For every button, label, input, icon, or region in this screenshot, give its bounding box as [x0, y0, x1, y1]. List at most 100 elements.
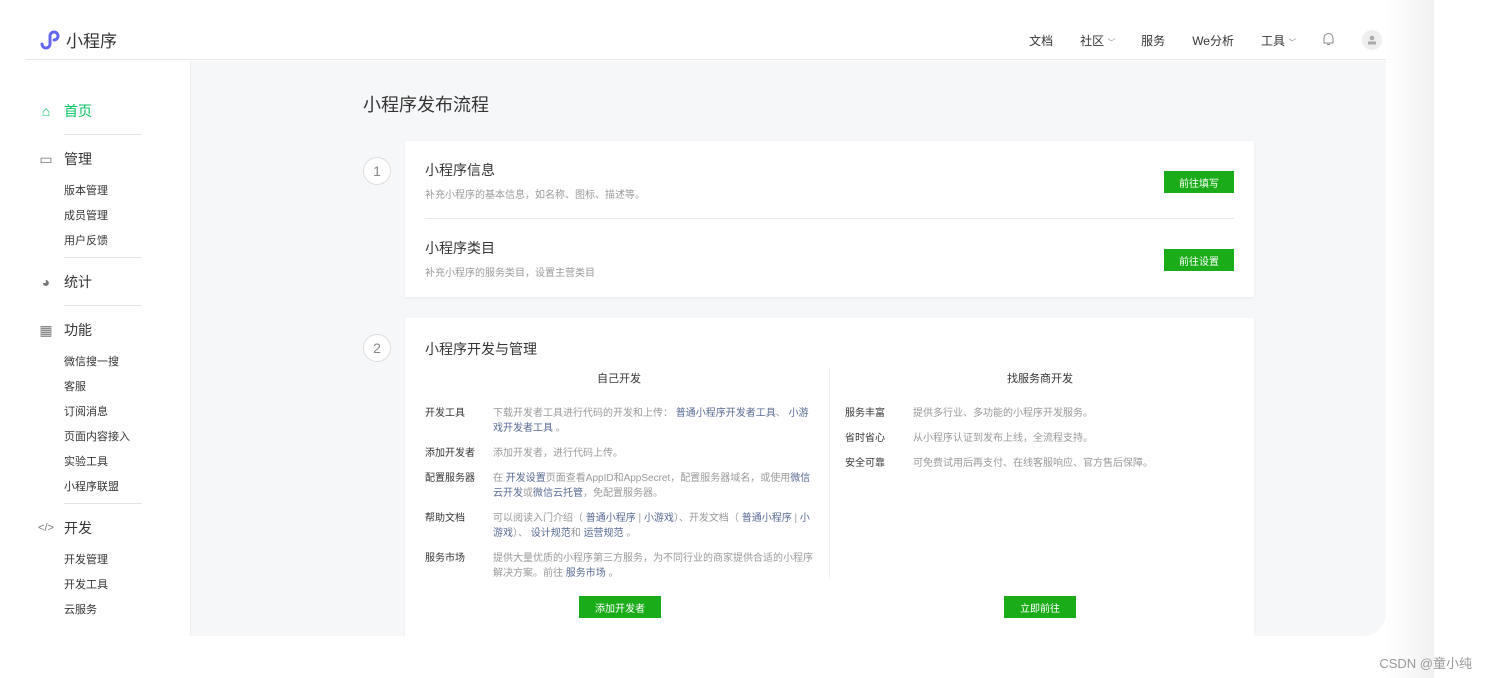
row-title: 小程序信息 [425, 162, 495, 178]
avatar[interactable] [1362, 30, 1382, 50]
doc-link[interactable]: 普通小程序开发者工具 [676, 408, 776, 419]
add-developer-button[interactable]: 添加开发者 [579, 596, 661, 618]
nav-tools[interactable]: 工具 ﹀ [1261, 32, 1295, 49]
item-label: 开发工具 [425, 408, 465, 419]
sidebar-item-version[interactable]: 版本管理 [26, 179, 190, 204]
nav-community-label: 社区 [1080, 33, 1105, 48]
nav-services[interactable]: 服务 [1141, 32, 1165, 49]
logo-text: 小程序 [66, 32, 117, 51]
step2-card: 小程序开发与管理 自己开发 开发工具 下载开发者工具进行代码的开发和上传： 普通小… [405, 318, 1254, 636]
item-label: 服务丰富 [845, 408, 885, 419]
miniprogram-logo-icon [40, 30, 60, 49]
item-desc: 下载开发者工具进行代码的开发和上传： 普通小程序开发者工具、 小游戏开发者工具 … [493, 406, 813, 436]
sidebar-item-dev[interactable]: </> 开发 [26, 508, 190, 548]
step-number: 2 [363, 334, 391, 362]
divider [64, 305, 142, 306]
item-label: 添加开发者 [425, 448, 475, 459]
feature-item: 开发工具 下载开发者工具进行代码的开发和上传： 普通小程序开发者工具、 小游戏开发… [425, 406, 813, 436]
row-desc: 补充小程序的服务类目，设置主营类目 [425, 268, 595, 279]
feature-item: 添加开发者 添加开发者，进行代码上传。 [425, 446, 813, 461]
pie-chart-icon: ◕ [41, 274, 51, 290]
desc-text: 在 [493, 473, 506, 484]
doc-link[interactable]: 小游戏 [644, 513, 674, 524]
content-panel: ⌂ 首页 ▭ 管理 版本管理 成员管理 用户反馈 ◕ 统计 ▦ 功能 微信搜一搜 客服 … [26, 61, 1386, 636]
desc-text: | [635, 513, 644, 524]
feature-item: 安全可靠 可免费试用后再支付、在线客服响应、官方售后保障。 [845, 456, 1235, 471]
sidebar-item-stats[interactable]: ◕ 统计 [26, 262, 190, 302]
vendor-column: 找服务商开发 服务丰富 提供多行业、多功能的小程序开发服务。 省时省心 从小程序认证到… [845, 370, 1235, 481]
sidebar-item-alliance[interactable]: 小程序联盟 [26, 475, 190, 500]
doc-link[interactable]: 微信云托管 [533, 488, 583, 499]
sidebar-item-content[interactable]: 页面内容接入 [26, 425, 190, 450]
top-nav: 文档 社区 ﹀ 服务 We分析 工具 ﹀ [1029, 30, 1386, 50]
page-edge-shadow [1386, 0, 1434, 678]
top-header: 小程序 文档 社区 ﹀ 服务 We分析 工具 ﹀ [26, 0, 1386, 60]
divider [64, 134, 142, 135]
sidebar-item-manage[interactable]: ▭ 管理 [26, 139, 190, 179]
feature-item: 配置服务器 在 开发设置页面查看AppID和AppSecret，配置服务器域名，或… [425, 471, 813, 501]
sidebar-label: 开发 [64, 520, 92, 536]
sidebar-item-search[interactable]: 微信搜一搜 [26, 350, 190, 375]
sidebar-item-home[interactable]: ⌂ 首页 [26, 91, 190, 131]
doc-link[interactable]: 服务市场 [566, 568, 606, 579]
item-desc: 在 开发设置页面查看AppID和AppSecret，配置服务器域名，或使用微信云… [493, 471, 813, 501]
set-category-button[interactable]: 前往设置 [1164, 249, 1234, 271]
desc-text: 页面查看AppID和AppSecret，配置服务器域名，或使用 [545, 473, 791, 484]
item-label: 省时省心 [845, 433, 885, 444]
category-row: 小程序类目 补充小程序的服务类目，设置主营类目 前往设置 [425, 219, 1234, 297]
doc-link[interactable]: 普通小程序 [586, 513, 636, 524]
doc-link[interactable]: 普通小程序 [742, 513, 792, 524]
inbox-icon: ▭ [39, 150, 53, 167]
chevron-down-icon: ﹀ [1287, 37, 1295, 47]
user-icon [1368, 35, 1376, 45]
desc-text: 。 [553, 423, 566, 434]
item-desc: 可以阅读入门介绍（ 普通小程序 | 小游戏）、开发文档（ 普通小程序 | 小游戏… [493, 511, 813, 541]
nav-we-analytics[interactable]: We分析 [1192, 32, 1234, 49]
doc-link[interactable]: 设计规范 [531, 528, 571, 539]
doc-link[interactable]: 运营规范 [584, 528, 624, 539]
nav-docs[interactable]: 文档 [1029, 32, 1053, 49]
feature-item: 服务市场 提供大量优质的小程序第三方服务，为不同行业的商家提供合适的小程序解决方案… [425, 551, 813, 581]
row-title: 小程序类目 [425, 240, 495, 256]
sidebar-label: 首页 [64, 103, 92, 119]
item-desc: 提供多行业、多功能的小程序开发服务。 [913, 406, 1093, 421]
divider [829, 368, 830, 578]
self-develop-column: 自己开发 开发工具 下载开发者工具进行代码的开发和上传： 普通小程序开发者工具、 … [425, 370, 813, 591]
divider [64, 503, 142, 504]
sidebar-item-subscribe[interactable]: 订阅消息 [26, 400, 190, 425]
sidebar-item-support[interactable]: 客服 [26, 375, 190, 400]
item-label: 配置服务器 [425, 473, 475, 484]
sidebar-item-experiment[interactable]: 实验工具 [26, 450, 190, 475]
grid-icon: ▦ [39, 321, 53, 338]
desc-text: 下载开发者工具进行代码的开发和上传： [493, 408, 676, 419]
chevron-down-icon: ﹀ [1106, 37, 1115, 47]
row-desc: 补充小程序的基本信息，如名称、图标、描述等。 [425, 190, 645, 201]
doc-link[interactable]: 开发设置 [506, 473, 546, 484]
nav-community[interactable]: 社区 ﹀ [1080, 32, 1114, 49]
sidebar-item-dev-tools[interactable]: 开发工具 [26, 573, 190, 598]
feature-item: 服务丰富 提供多行业、多功能的小程序开发服务。 [845, 406, 1235, 421]
item-label: 服务市场 [425, 553, 465, 564]
logo[interactable]: 小程序 [38, 27, 117, 52]
main-content: 小程序发布流程 1 小程序信息 补充小程序的基本信息，如名称、图标、描述等。 前… [191, 61, 1386, 636]
fill-info-button[interactable]: 前往填写 [1164, 171, 1234, 193]
sidebar-label: 管理 [64, 151, 92, 167]
sidebar-item-cloud[interactable]: 云服务 [26, 598, 190, 623]
desc-text: 。 [623, 528, 637, 539]
desc-text: 或 [523, 488, 533, 499]
desc-text: | [791, 513, 800, 524]
desc-text: 和 [570, 528, 584, 539]
info-row: 小程序信息 补充小程序的基本信息，如名称、图标、描述等。 前往填写 [425, 141, 1234, 219]
sidebar-item-members[interactable]: 成员管理 [26, 204, 190, 229]
item-desc: 添加开发者，进行代码上传。 [493, 446, 623, 461]
desc-text: 可免费试用后再支付、在线客服响应、官方售后保障。 [913, 458, 1153, 469]
sidebar-item-features[interactable]: ▦ 功能 [26, 310, 190, 350]
bell-icon[interactable] [1322, 32, 1335, 49]
sidebar-label: 功能 [64, 322, 92, 338]
sidebar-item-dev-manage[interactable]: 开发管理 [26, 548, 190, 573]
sidebar-item-feedback[interactable]: 用户反馈 [26, 229, 190, 254]
home-icon: ⌂ [41, 103, 51, 119]
sidebar-label: 统计 [64, 274, 92, 290]
go-now-button[interactable]: 立即前往 [1004, 596, 1076, 618]
column-heading: 自己开发 [597, 373, 641, 385]
